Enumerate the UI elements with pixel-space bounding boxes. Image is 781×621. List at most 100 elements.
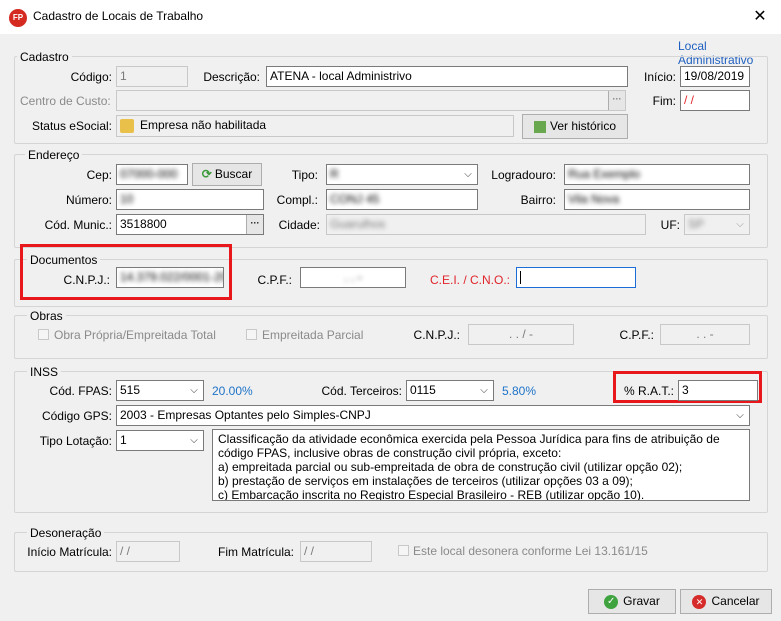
fpas-percent: 20.00% <box>212 384 253 398</box>
inicio-matricula-label: Início Matrícula: <box>27 545 112 559</box>
uf-value: SP <box>688 217 705 231</box>
cod-munic-label: Cód. Munic.: <box>44 218 112 232</box>
chevron-down-icon: ⌵ <box>185 431 203 450</box>
lotacao-desc-line: b) prestação de serviços em instalações … <box>218 474 633 488</box>
cod-munic-field[interactable]: 3518800 ··· <box>116 214 264 235</box>
cep-value: 07000-000 <box>120 167 178 181</box>
fpas-select[interactable]: 515 ⌵ <box>116 380 204 401</box>
buscar-label: Buscar <box>214 167 253 181</box>
ver-historico-button[interactable]: Ver histórico <box>522 114 628 139</box>
cancel-icon: ✕ <box>692 594 707 609</box>
inicio-date-field[interactable]: 19/08/2019 <box>680 66 750 87</box>
logradouro-field[interactable]: Rua Exemplo <box>564 164 750 185</box>
bairro-field[interactable]: Vila Nova <box>564 189 750 210</box>
cep-label: Cep: <box>86 168 112 182</box>
fpas-value: 515 <box>120 383 141 397</box>
centro-custo-label: Centro de Custo: <box>20 94 111 108</box>
desonera-label: Este local desonera conforme Lei 13.161/… <box>413 544 648 558</box>
tipo-value: R <box>330 167 339 181</box>
check-icon: ✓ <box>604 594 619 609</box>
obras-cpf-label: C.P.F.: <box>619 328 654 342</box>
descricao-label: Descrição: <box>203 70 260 84</box>
endereco-legend: Endereço <box>25 148 83 162</box>
logradouro-label: Logradouro: <box>491 168 556 182</box>
status-esocial-field: Empresa não habilitada <box>116 115 514 137</box>
terceiros-percent: 5.80% <box>502 384 537 398</box>
cpf-label: C.P.F.: <box>257 273 292 287</box>
close-icon[interactable]: ✕ <box>747 5 773 29</box>
cod-munic-lookup-button[interactable]: ··· <box>246 215 263 234</box>
empreitada-parcial-checkbox[interactable] <box>246 329 257 340</box>
obras-cpf-field: . . - <box>660 324 750 345</box>
obras-legend: Obras <box>27 309 66 323</box>
fim-date-field[interactable]: / / <box>680 90 750 111</box>
compl-label: Compl.: <box>276 193 318 207</box>
uf-label: UF: <box>660 218 680 232</box>
chevron-down-icon: ⌵ <box>475 381 493 400</box>
compl-value: CONJ 45 <box>330 192 380 206</box>
fim-matricula-field: / / <box>300 541 372 562</box>
cnpj-value: 14.379.022/0001-20 <box>120 270 224 284</box>
cpf-field[interactable]: . . - <box>300 267 406 288</box>
gravar-button[interactable]: ✓ Gravar <box>588 589 676 614</box>
lotacao-value: 1 <box>120 433 127 447</box>
fpas-label: Cód. FPAS: <box>49 384 112 398</box>
logradouro-value: Rua Exemplo <box>568 167 641 181</box>
inss-legend: INSS <box>27 365 62 379</box>
cei-cno-label: C.E.I. / C.N.O.: <box>429 273 510 287</box>
codigo-field: 1 <box>116 66 188 87</box>
rat-field[interactable]: 3 <box>678 380 758 401</box>
buscar-button[interactable]: ⟳ Buscar <box>192 163 262 186</box>
cnpj-field[interactable]: 14.379.022/0001-20 <box>116 267 224 288</box>
cancelar-button[interactable]: ✕ Cancelar <box>680 589 772 614</box>
cod-munic-value: 3518800 <box>120 217 167 231</box>
centro-custo-lookup-button[interactable]: ··· <box>608 91 625 110</box>
cpf-value: . . - <box>344 270 362 284</box>
chevron-down-icon: ⌵ <box>731 215 749 234</box>
numero-label: Número: <box>65 193 112 207</box>
lotacao-select[interactable]: 1 ⌵ <box>116 430 204 451</box>
terceiros-select[interactable]: 0115 ⌵ <box>406 380 494 401</box>
uf-select: SP ⌵ <box>684 214 750 235</box>
document-warning-icon <box>120 118 134 133</box>
terceiros-value: 0115 <box>410 383 436 397</box>
desonera-checkbox[interactable] <box>398 545 409 556</box>
terceiros-label: Cód. Terceiros: <box>321 384 402 398</box>
bairro-value: Vila Nova <box>568 192 620 206</box>
tipo-select[interactable]: R ⌵ <box>326 164 478 185</box>
obras-cnpj-label: C.N.P.J.: <box>413 328 460 342</box>
status-esocial-label: Status eSocial: <box>31 119 112 133</box>
descricao-field[interactable]: ATENA - local Administrivo <box>266 66 628 87</box>
gps-select[interactable]: 2003 - Empresas Optantes pelo Simples-CN… <box>116 405 750 426</box>
bairro-label: Bairro: <box>520 193 556 207</box>
chevron-down-icon: ⌵ <box>459 165 477 184</box>
cidade-field: Guarulhos <box>326 214 646 235</box>
numero-field[interactable]: 10 <box>116 189 264 210</box>
inicio-label: Início: <box>643 70 676 84</box>
text-cursor <box>520 271 521 285</box>
gps-label: Código GPS: <box>41 409 112 423</box>
cei-cno-field[interactable] <box>516 267 636 288</box>
cidade-value: Guarulhos <box>330 217 386 231</box>
cidade-label: Cidade: <box>278 218 320 232</box>
rat-label: % R.A.T.: <box>623 384 674 398</box>
lotacao-description: Classificação da atividade econômica exe… <box>212 429 750 501</box>
cadastro-legend: Cadastro <box>17 50 72 64</box>
numero-value: 10 <box>120 192 134 206</box>
ver-historico-label: Ver histórico <box>549 119 617 133</box>
obras-cnpj-field: . . / - <box>468 324 574 345</box>
lotacao-desc-line: c) Embarcação inscrita no Registro Espec… <box>218 488 645 501</box>
lotacao-desc-line: Classificação da atividade econômica exe… <box>218 432 720 446</box>
empreitada-parcial-label: Empreitada Parcial <box>262 328 364 342</box>
cnpj-label: C.N.P.J.: <box>63 273 110 287</box>
obra-propria-label: Obra Própria/Empreitada Total <box>54 328 216 342</box>
app-logo-icon: FP <box>9 9 27 27</box>
chevron-down-icon: ⌵ <box>185 381 203 400</box>
compl-field[interactable]: CONJ 45 <box>326 189 478 210</box>
fim-matricula-label: Fim Matrícula: <box>217 545 294 559</box>
lotacao-desc-line: a) empreitada parcial ou sub-empreitada … <box>218 460 683 474</box>
tipo-label: Tipo: <box>291 168 318 182</box>
cep-field[interactable]: 07000-000 <box>116 164 188 185</box>
centro-custo-field: ··· <box>116 90 626 111</box>
obra-propria-checkbox[interactable] <box>38 329 49 340</box>
